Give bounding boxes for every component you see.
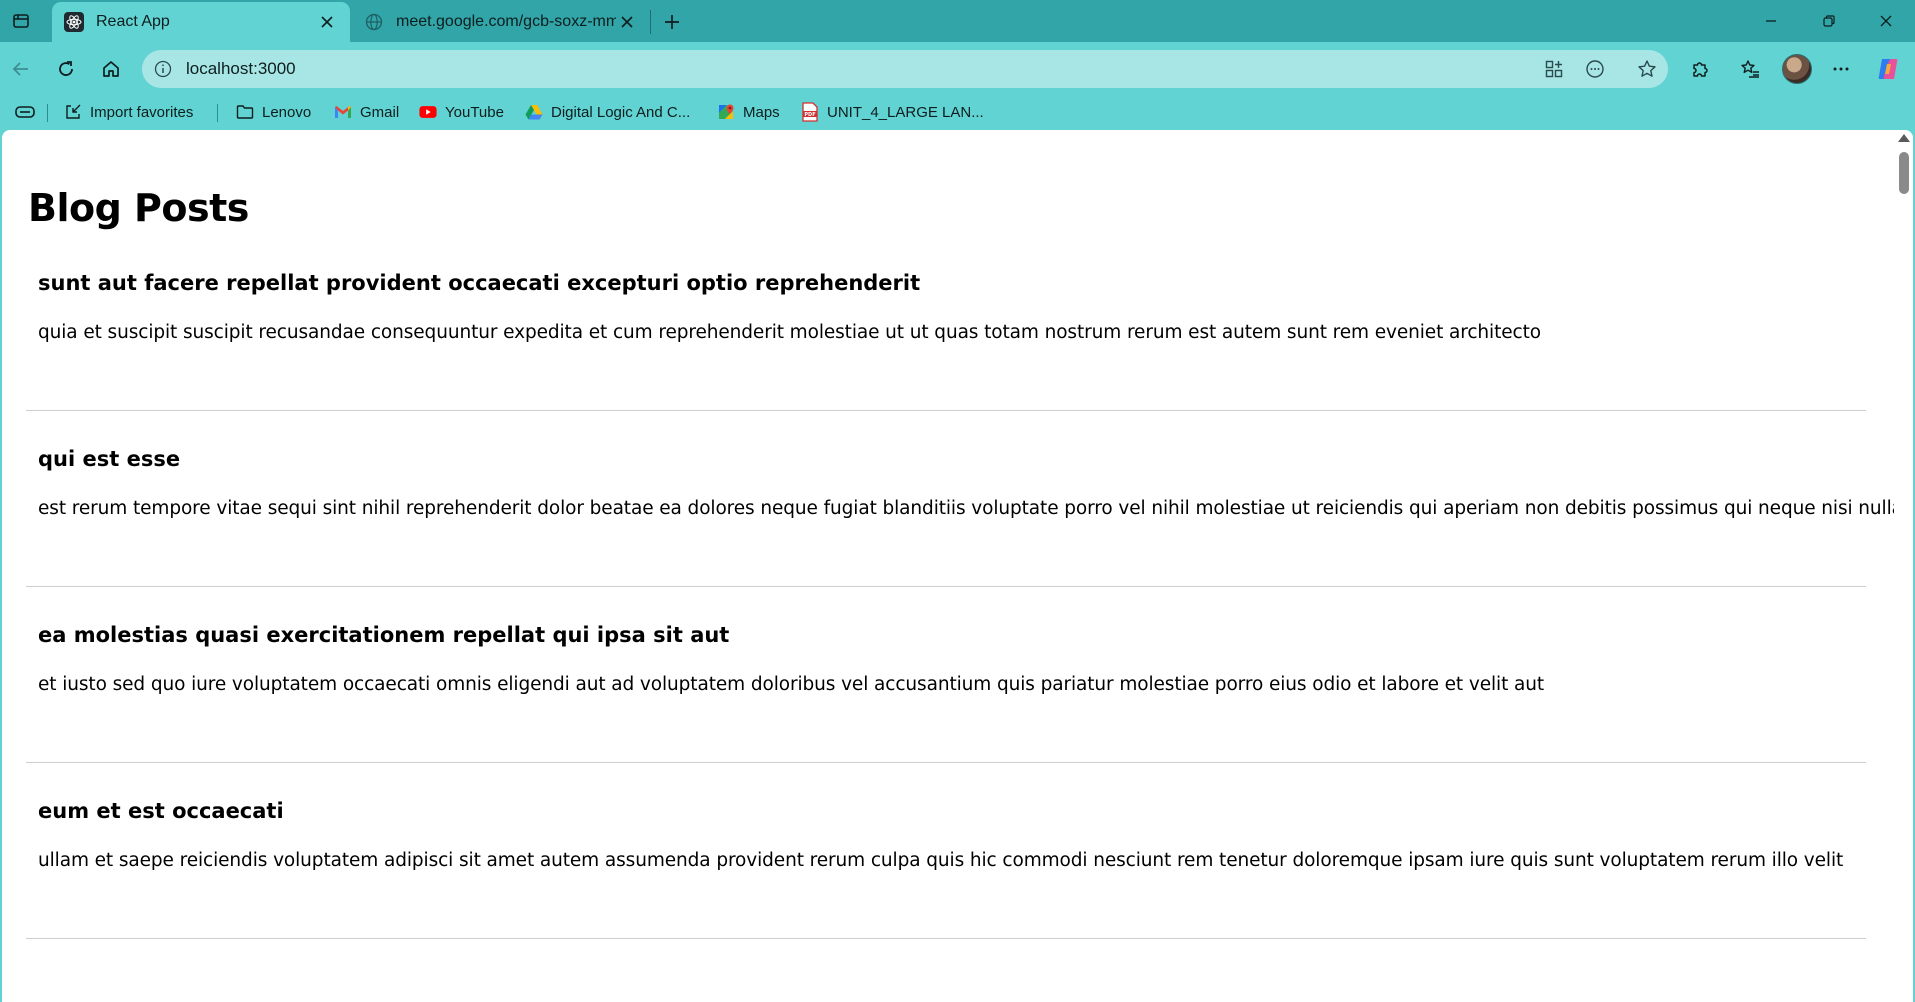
folder-icon	[236, 103, 254, 121]
bookmarks-bar: Import favorites Lenovo Gmail YouTube Di…	[0, 94, 1915, 130]
gmail-icon	[334, 103, 352, 121]
bookmark-lenovo[interactable]: Lenovo	[236, 100, 311, 124]
bookmark-label: YouTube	[445, 103, 504, 121]
globe-icon	[364, 12, 384, 32]
bookmark-gmail[interactable]: Gmail	[334, 100, 399, 124]
react-icon	[64, 12, 84, 32]
address-url: localhost:3000	[186, 59, 296, 78]
back-button[interactable]	[4, 52, 38, 86]
home-button[interactable]	[94, 52, 128, 86]
vertical-scrollbar[interactable]	[1894, 130, 1913, 1002]
svg-text:PDF: PDF	[804, 112, 815, 118]
minimize-icon	[1766, 20, 1776, 22]
page-title: Blog Posts	[28, 186, 249, 230]
post-title: ea molestias quasi exercitationem repell…	[38, 623, 730, 647]
bookmark-import-favorites[interactable]: Import favorites	[64, 100, 193, 124]
close-tab-icon[interactable]	[616, 11, 638, 33]
sidebar-icon	[15, 106, 35, 118]
copilot-icon	[1878, 59, 1898, 79]
extensions-button[interactable]	[1683, 52, 1717, 86]
puzzle-icon	[1693, 62, 1708, 77]
home-icon	[103, 61, 119, 77]
post-title: sunt aut facere repellat provident occae…	[38, 271, 921, 295]
more-page-actions-icon[interactable]	[1582, 56, 1608, 82]
blog-post: sunt aut facere repellat provident occae…	[26, 235, 1866, 411]
address-bar[interactable]: localhost:3000	[142, 50, 1668, 88]
post-body: et iusto sed quo iure voluptatem occaeca…	[38, 674, 1545, 695]
restore-icon	[1823, 15, 1835, 27]
bookmark-label: UNIT_4_LARGE LAN...	[827, 103, 984, 121]
refresh-icon	[59, 61, 73, 76]
post-body: est rerum tempore vitae sequi sint nihil…	[38, 498, 1903, 519]
tab-actions-icon	[13, 14, 29, 28]
new-tab-button[interactable]	[658, 8, 686, 36]
bookmarks-divider	[47, 104, 48, 122]
scroll-thumb[interactable]	[1899, 152, 1909, 194]
refresh-button[interactable]	[49, 52, 83, 86]
settings-menu-button[interactable]	[1824, 52, 1858, 86]
post-body: ullam et saepe reiciendis voluptatem adi…	[38, 850, 1844, 871]
site-info-icon[interactable]	[152, 58, 174, 80]
post-title: qui est esse	[38, 447, 181, 471]
app-available-icon[interactable]	[1541, 56, 1567, 82]
post-title: eum et est occaecati	[38, 799, 284, 823]
plus-icon	[665, 15, 679, 29]
google-drive-icon	[525, 103, 543, 121]
post-body: quia et suscipit suscipit recusandae con…	[38, 322, 1541, 343]
tab-actions-button[interactable]	[8, 8, 34, 34]
favorites-list-icon	[1741, 60, 1759, 78]
pdf-icon: PDF	[801, 102, 819, 122]
bookmark-maps[interactable]: Maps	[717, 100, 780, 124]
bookmark-label: Lenovo	[262, 103, 312, 121]
blog-post: qui est esse est rerum tempore vitae seq…	[26, 411, 1903, 587]
google-maps-icon	[717, 103, 735, 121]
tab-react-app[interactable]: React App	[52, 2, 350, 42]
import-favorites-icon	[64, 103, 82, 121]
youtube-icon	[419, 103, 437, 121]
blog-app: Blog Posts sunt aut facere repellat prov…	[2, 130, 1903, 1002]
bookmark-youtube[interactable]: YouTube	[419, 100, 504, 124]
browser-toolbar: localhost:3000	[0, 42, 1915, 94]
tab-strip: React App meet.google.com/gcb-soxz-mmw	[0, 0, 1915, 42]
more-options-icon	[1833, 67, 1849, 71]
sidebar-toggle-button[interactable]	[14, 102, 36, 122]
back-arrow-icon	[12, 62, 28, 76]
minimize-button[interactable]	[1742, 0, 1800, 42]
tab-google-meet[interactable]: meet.google.com/gcb-soxz-mmw	[352, 2, 650, 42]
close-tab-icon[interactable]	[316, 11, 338, 33]
copilot-button[interactable]	[1872, 53, 1904, 85]
bookmarks-divider	[217, 104, 218, 122]
bookmark-digital-logic[interactable]: Digital Logic And C...	[525, 100, 690, 124]
close-window-button[interactable]	[1857, 0, 1915, 42]
close-icon	[1880, 15, 1892, 27]
profile-avatar[interactable]	[1782, 54, 1812, 84]
tab-divider	[650, 10, 651, 34]
page-viewport: Blog Posts sunt aut facere repellat prov…	[2, 130, 1913, 1002]
bookmark-label: Import favorites	[90, 103, 194, 121]
bookmark-label: Digital Logic And C...	[551, 103, 691, 121]
tab-title: React App	[96, 13, 170, 30]
favorite-star-icon[interactable]	[1634, 56, 1660, 82]
bookmark-unit-4[interactable]: PDF UNIT_4_LARGE LAN...	[801, 100, 984, 124]
favorites-button[interactable]	[1733, 52, 1767, 86]
blog-post: ea molestias quasi exercitationem repell…	[26, 587, 1866, 763]
tab-title: meet.google.com/gcb-soxz-mmw	[396, 13, 616, 30]
restore-button[interactable]	[1800, 0, 1858, 42]
blog-post: eum et est occaecati ullam et saepe reic…	[26, 763, 1866, 939]
bookmark-label: Gmail	[360, 103, 400, 121]
scroll-up-arrow-icon[interactable]	[1898, 134, 1910, 142]
bookmark-label: Maps	[743, 103, 780, 121]
